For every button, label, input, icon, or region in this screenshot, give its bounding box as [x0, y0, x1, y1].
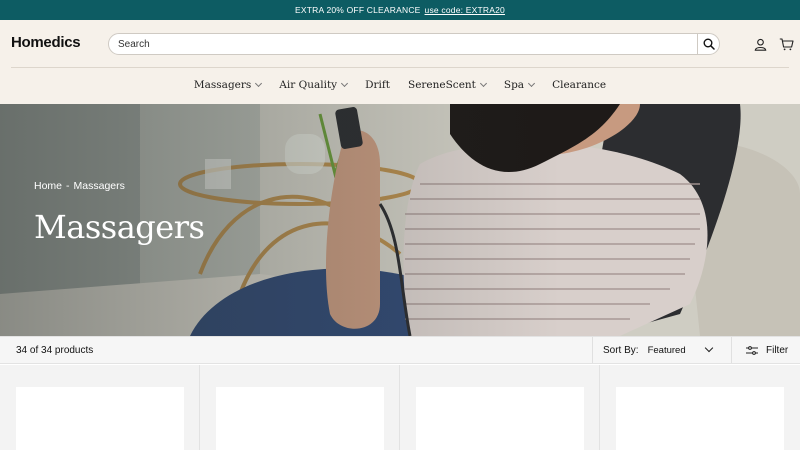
search-icon [703, 38, 715, 50]
sort-select[interactable]: Featured [647, 343, 713, 356]
product-card[interactable] [416, 387, 584, 450]
breadcrumb-separator: - [66, 180, 70, 192]
promo-text: EXTRA 20% OFF CLEARANCE [295, 5, 421, 15]
header-actions [752, 36, 794, 52]
grid-divider [199, 365, 200, 450]
sort-value: Featured [647, 344, 686, 356]
product-card[interactable] [216, 387, 384, 450]
nav-item-air-quality[interactable]: Air Quality [279, 76, 349, 94]
cart-icon [779, 37, 794, 50]
product-grid [0, 365, 800, 450]
nav-item-drift[interactable]: Drift [365, 76, 390, 94]
grid-divider [599, 365, 600, 450]
breadcrumb-home[interactable]: Home [34, 180, 62, 192]
collection-toolbar: 34 of 34 products Sort By: Featured Filt… [0, 336, 800, 364]
main-nav: Massagers Air Quality Drift SereneScent … [0, 76, 800, 94]
nav-item-label: Air Quality [279, 79, 338, 91]
nav-item-serenescent[interactable]: SereneScent [408, 76, 487, 94]
search-bar [108, 33, 720, 55]
account-icon [754, 38, 766, 51]
grid-divider [399, 365, 400, 450]
nav-item-label: Spa [503, 79, 525, 91]
logo[interactable]: Homedics [11, 34, 81, 51]
breadcrumb-current: Massagers [73, 180, 125, 192]
nav-item-label: Massagers [193, 79, 252, 91]
sort-label: Sort By: [603, 344, 639, 356]
nav-item-label: Drift [365, 79, 390, 91]
chevron-down-icon [479, 79, 487, 88]
product-card[interactable] [616, 387, 784, 450]
filter-label: Filter [766, 344, 789, 356]
nav-item-spa[interactable]: Spa [503, 76, 536, 94]
chevron-down-icon [255, 79, 263, 88]
chevron-down-icon [704, 343, 713, 353]
search-input[interactable] [109, 34, 697, 54]
hero-banner: Home - Massagers Massagers [0, 104, 800, 336]
product-count: 34 of 34 products [16, 345, 94, 356]
page-title: Massagers [34, 208, 205, 246]
header-divider [11, 67, 789, 68]
chevron-down-icon [341, 79, 349, 88]
cart-button[interactable] [778, 36, 794, 52]
nav-item-massagers[interactable]: Massagers [193, 76, 263, 94]
promo-banner: EXTRA 20% OFF CLEARANCE use code: EXTRA2… [0, 0, 800, 20]
nav-item-label: Clearance [552, 79, 607, 91]
nav-item-label: SereneScent [408, 79, 476, 91]
account-button[interactable] [752, 36, 768, 52]
nav-item-clearance[interactable]: Clearance [552, 76, 606, 94]
breadcrumb: Home - Massagers [34, 180, 204, 192]
site-header: Homedics Massagers [0, 20, 800, 104]
chevron-down-icon [528, 79, 536, 88]
hero-content: Home - Massagers Massagers [34, 180, 205, 246]
sort-control: Sort By: Featured [592, 337, 731, 363]
search-button[interactable] [697, 34, 719, 54]
filter-button[interactable]: Filter [731, 337, 800, 363]
product-card[interactable] [16, 387, 184, 450]
filter-icon [746, 345, 758, 355]
promo-code-link[interactable]: use code: EXTRA20 [425, 5, 505, 15]
